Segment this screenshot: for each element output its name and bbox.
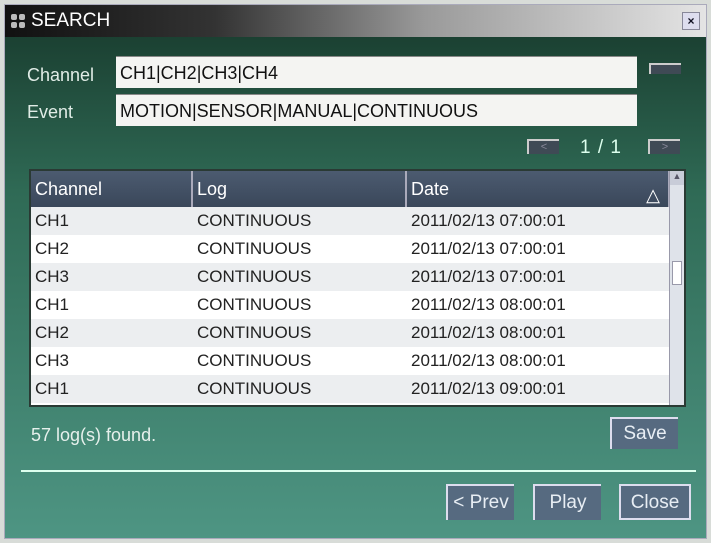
log-table: Channel Log Date △ CH1 CONTINUOUS 2011/02/1… xyxy=(29,169,686,407)
divider xyxy=(21,470,696,472)
header-date-label: Date xyxy=(411,179,450,199)
title-bar: SEARCH × xyxy=(5,5,706,37)
app-icon xyxy=(11,14,25,28)
table-row[interactable]: CH2 CONTINUOUS 2011/02/13 08:00:01 xyxy=(31,319,684,347)
cell-date: 2011/02/13 07:00:01 xyxy=(411,239,566,258)
page-indicator: 1 / 1 xyxy=(580,137,622,158)
header-date[interactable]: Date △ xyxy=(407,171,670,207)
event-field[interactable]: MOTION|SENSOR|MANUAL|CONTINUOUS xyxy=(116,94,637,126)
dialog-title: SEARCH xyxy=(31,10,111,31)
cell-channel: CH1 xyxy=(35,379,70,398)
cell-log: CONTINUOUS xyxy=(197,379,312,398)
search-dialog: SEARCH × Channel CH1|CH2|CH3|CH4 Event M… xyxy=(4,4,707,539)
channel-field[interactable]: CH1|CH2|CH3|CH4 xyxy=(116,56,637,88)
table-row[interactable]: CH1 CONTINUOUS 2011/02/13 08:00:01 xyxy=(31,291,684,319)
cell-channel: CH3 xyxy=(35,267,70,286)
channel-select-button[interactable] xyxy=(649,63,681,74)
page-prev-button[interactable]: < xyxy=(527,139,559,154)
table-header: Channel Log Date △ xyxy=(31,171,684,207)
table-row[interactable]: CH1 CONTINUOUS 2011/02/13 09:00:01 xyxy=(31,375,684,403)
cell-log: CONTINUOUS xyxy=(197,295,312,314)
table-row[interactable]: CH3 CONTINUOUS 2011/02/13 08:00:01 xyxy=(31,347,684,375)
cell-date: 2011/02/13 08:00:01 xyxy=(411,295,566,314)
table-row[interactable]: CH2 CONTINUOUS 2011/02/13 07:00:01 xyxy=(31,235,684,263)
prev-button[interactable]: < Prev xyxy=(446,484,514,520)
header-log[interactable]: Log xyxy=(193,171,407,207)
save-button[interactable]: Save xyxy=(610,417,678,449)
table-body: CH1 CONTINUOUS 2011/02/13 07:00:01 CH2 CONTI… xyxy=(31,207,684,403)
cell-date: 2011/02/13 08:00:01 xyxy=(411,323,566,342)
table-row[interactable]: CH1 CONTINUOUS 2011/02/13 07:00:01 xyxy=(31,207,684,235)
cell-channel: CH1 xyxy=(35,211,70,230)
close-button[interactable]: Close xyxy=(619,484,691,520)
cell-channel: CH2 xyxy=(35,323,70,342)
header-channel[interactable]: Channel xyxy=(31,171,193,207)
cell-channel: CH3 xyxy=(35,351,70,370)
cell-log: CONTINUOUS xyxy=(197,351,312,370)
scroll-up-icon[interactable]: ▲ xyxy=(670,171,684,185)
cell-log: CONTINUOUS xyxy=(197,239,312,258)
cell-date: 2011/02/13 08:00:01 xyxy=(411,351,566,370)
scroll-thumb[interactable] xyxy=(672,261,682,285)
cell-channel: CH1 xyxy=(35,295,70,314)
cell-date: 2011/02/13 07:00:01 xyxy=(411,211,566,230)
cell-date: 2011/02/13 07:00:01 xyxy=(411,267,566,286)
play-button[interactable]: Play xyxy=(533,484,601,520)
channel-label: Channel xyxy=(27,65,95,85)
close-icon[interactable]: × xyxy=(682,12,700,30)
table-row[interactable]: CH3 CONTINUOUS 2011/02/13 07:00:01 xyxy=(31,263,684,291)
cell-log: CONTINUOUS xyxy=(197,211,312,230)
cell-channel: CH2 xyxy=(35,239,70,258)
page-next-button[interactable]: > xyxy=(648,139,680,154)
scrollbar[interactable]: ▲ xyxy=(669,171,684,405)
event-label: Event xyxy=(27,102,74,122)
cell-log: CONTINUOUS xyxy=(197,323,312,342)
cell-log: CONTINUOUS xyxy=(197,267,312,286)
cell-date: 2011/02/13 09:00:01 xyxy=(411,379,566,398)
status-text: 57 log(s) found. xyxy=(31,425,157,445)
